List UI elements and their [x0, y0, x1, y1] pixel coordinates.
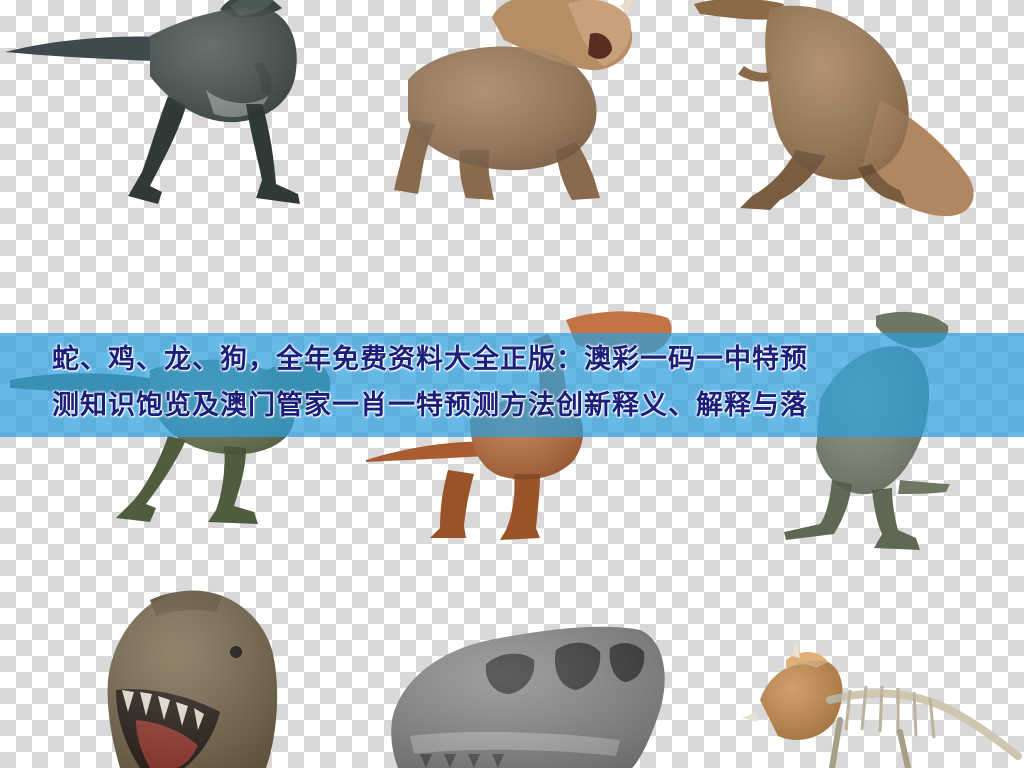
- headline-line-2: 测知识饱览及澳门管家一肖一特预测方法创新释义、解释与落: [52, 390, 808, 421]
- headline-line-1: 蛇、鸡、龙、狗，全年免费资料大全正版：澳彩一码一中特预: [52, 344, 808, 375]
- brown-tyrannosaurus-icon: [694, 0, 974, 217]
- triceratops-calf-icon: [394, 0, 633, 200]
- tyrannosaurus-skull-icon: [391, 626, 665, 768]
- headline: 蛇、鸡、龙、狗，全年免费资料大全正版：澳彩一码一中特预 测知识饱览及澳门管家一肖…: [0, 337, 1024, 429]
- triceratops-skeleton-icon: [742, 640, 1022, 768]
- raptor-icon: [5, 0, 300, 204]
- tyrannosaurus-head-icon: [107, 590, 278, 768]
- dinosaur-collage: 蛇、鸡、龙、狗，全年免费资料大全正版：澳彩一码一中特预 测知识饱览及澳门管家一肖…: [0, 0, 1024, 768]
